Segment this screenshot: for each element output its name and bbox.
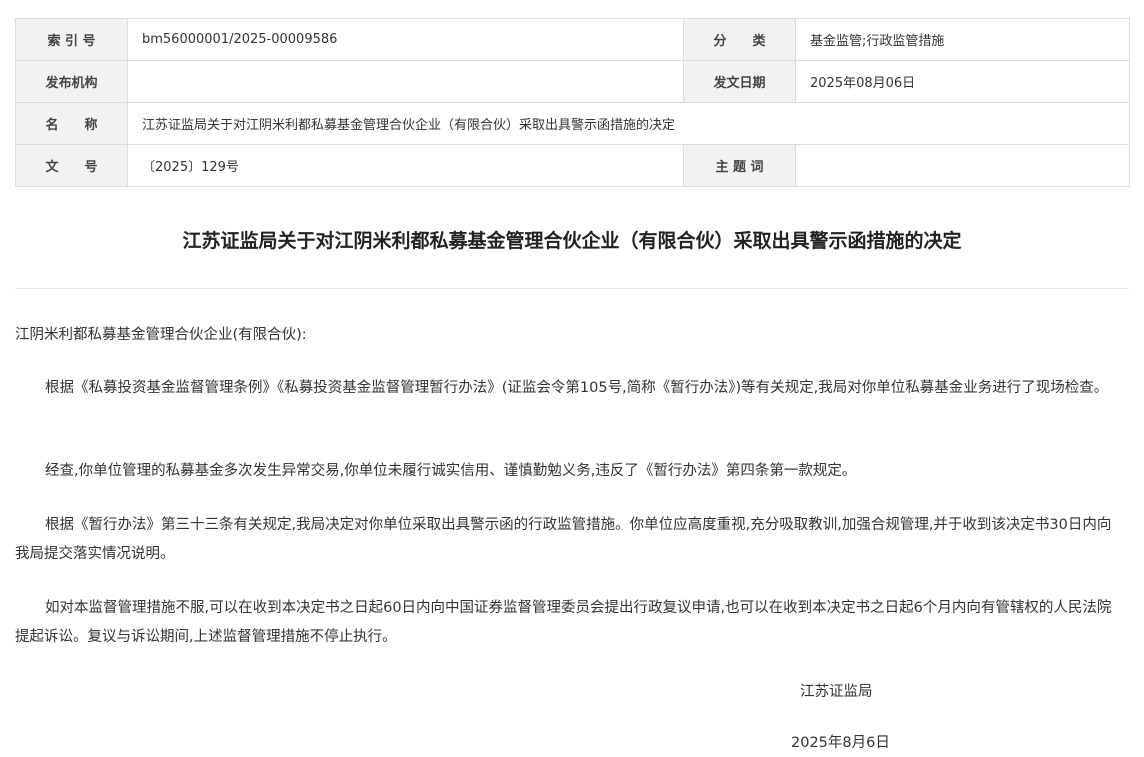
publisher-label: 发布机构: [15, 60, 128, 103]
metadata-row-docno: 文 号 〔2025〕129号 主 题 词: [15, 144, 1130, 187]
index-value: bm56000001/2025-00009586: [127, 18, 684, 61]
subject-label: 主 题 词: [683, 144, 796, 187]
date-label: 发文日期: [683, 60, 796, 103]
publisher-value: [127, 60, 684, 103]
category-label: 分 类: [683, 18, 796, 61]
date-value: 2025年08月06日: [795, 60, 1130, 103]
paragraph-3: 根据《暂行办法》第三十三条有关规定,我局决定对你单位采取出具警示函的行政监管措施…: [15, 517, 1112, 562]
document-page: 索 引 号 bm56000001/2025-00009586 分 类 基金监管;…: [0, 0, 1144, 757]
subject-value: [795, 144, 1130, 187]
title-divider: [15, 288, 1129, 289]
category-value: 基金监管;行政监管措施: [795, 18, 1130, 61]
name-value: 江苏证监局关于对江阴米利都私募基金管理合伙企业（有限合伙）采取出具警示函措施的决…: [127, 102, 1130, 145]
name-label: 名 称: [15, 102, 128, 145]
document-title: 江苏证监局关于对江阴米利都私募基金管理合伙企业（有限合伙）采取出具警示函措施的决…: [182, 230, 962, 252]
paragraph-2: 经查,你单位管理的私募基金多次发生异常交易,你单位未履行诚实信用、谨慎勤勉义务,…: [45, 463, 857, 479]
metadata-row-name: 名 称 江苏证监局关于对江阴米利都私募基金管理合伙企业（有限合伙）采取出具警示函…: [15, 102, 1130, 145]
metadata-row-publisher: 发布机构 发文日期 2025年08月06日: [15, 60, 1130, 103]
metadata-table: 索 引 号 bm56000001/2025-00009586 分 类 基金监管;…: [15, 18, 1130, 187]
index-label: 索 引 号: [15, 18, 128, 61]
paragraph-4: 如对本监督管理措施不服,可以在收到本决定书之日起60日内向中国证券监督管理委员会…: [15, 600, 1112, 645]
metadata-row-index: 索 引 号 bm56000001/2025-00009586 分 类 基金监管;…: [15, 18, 1130, 61]
signer: 江苏证监局: [800, 684, 873, 700]
docno-value: 〔2025〕129号: [127, 144, 684, 187]
sign-date: 2025年8月6日: [791, 735, 890, 751]
salutation: 江阴米利都私募基金管理合伙企业(有限合伙):: [15, 327, 307, 343]
paragraph-1: 根据《私募投资基金监督管理条例》《私募投资基金监督管理暂行办法》(证监会令第10…: [45, 380, 1109, 396]
docno-label: 文 号: [15, 144, 128, 187]
